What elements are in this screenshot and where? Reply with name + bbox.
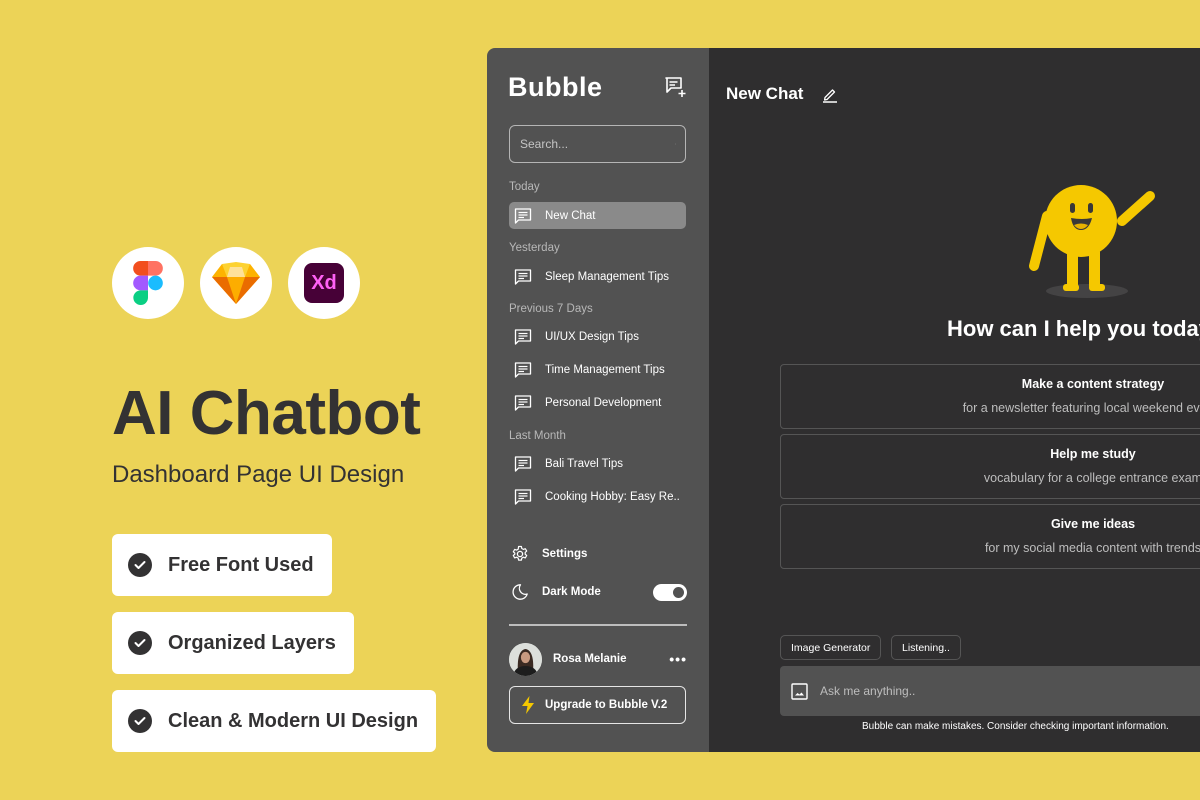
settings-button[interactable]: Settings: [511, 545, 587, 563]
user-profile: Rosa Melanie •••: [509, 642, 687, 676]
chat-item[interactable]: Sleep Management Tips: [509, 263, 686, 290]
feature-badge: Free Font Used: [112, 534, 332, 596]
prompt-title: Give me ideas: [1050, 517, 1136, 531]
search-input[interactable]: [520, 137, 675, 151]
moon-icon: [512, 584, 528, 600]
prompt-subtitle: vocabulary for a college entrance exam: [983, 471, 1200, 485]
feature-list: Free Font Used Organized Layers Clean & …: [112, 534, 437, 752]
promo-subtitle: Dashboard Page UI Design: [112, 461, 405, 488]
feature-label: Organized Layers: [168, 631, 336, 654]
chat-item-label: Sleep Management Tips: [545, 270, 670, 283]
check-circle-icon: [128, 631, 152, 655]
new-chat-icon[interactable]: [663, 75, 687, 99]
app-logo: Bubble: [508, 72, 603, 102]
upgrade-label: Upgrade to Bubble V.2: [545, 699, 668, 711]
chat-item-label: Personal Development: [545, 396, 662, 409]
chat-bubble-icon: [514, 488, 532, 505]
chat-bubble-icon: [514, 268, 532, 285]
search-box: [509, 125, 686, 163]
message-input[interactable]: [820, 684, 1200, 698]
chat-title: New Chat: [726, 84, 804, 103]
disclaimer-text: Bubble can make mistakes. Consider check…: [862, 721, 1169, 732]
image-generator-chip[interactable]: Image Generator: [780, 635, 882, 660]
xd-logo: Xd: [288, 247, 360, 319]
image-upload-icon[interactable]: [791, 682, 808, 700]
section-label-last-month: Last Month: [509, 430, 566, 442]
prompt-subtitle: for my social media content with trends: [984, 541, 1200, 555]
chat-bubble-icon: [514, 394, 532, 411]
chat-item[interactable]: Personal Development: [509, 389, 686, 416]
gear-icon: [512, 545, 528, 561]
check-circle-icon: [128, 709, 152, 733]
chat-item[interactable]: Cooking Hobby: Easy Re..: [509, 483, 686, 510]
design-tool-icons: Xd: [112, 247, 360, 319]
sidebar-divider: [509, 624, 687, 626]
chat-main: New Chat How can I help you today? Make …: [709, 48, 1200, 752]
chat-bubble-icon: [514, 207, 532, 224]
section-label-today: Today: [509, 181, 540, 193]
lightning-icon: [522, 696, 534, 714]
prompt-card[interactable]: Give me ideas for my social media conten…: [780, 504, 1200, 569]
mascot-illustration: [1029, 185, 1155, 298]
chatbot-app-window: Bubble Today New Chat Yesterday Sleep Ma…: [487, 48, 1200, 752]
sketch-icon: [212, 262, 260, 304]
user-photo: [509, 642, 542, 676]
greeting-heading: How can I help you today?: [947, 316, 1200, 341]
feature-badge: Clean & Modern UI Design: [112, 690, 437, 752]
upgrade-button[interactable]: Upgrade to Bubble V.2: [509, 686, 686, 724]
figma-icon: [133, 261, 163, 305]
chat-item[interactable]: Bali Travel Tips: [509, 450, 686, 477]
figma-logo: [112, 247, 184, 319]
section-label-yesterday: Yesterday: [509, 242, 560, 254]
chat-bubble-icon: [514, 328, 532, 345]
chat-item-label: New Chat: [545, 209, 596, 222]
prompt-title: Help me study: [1050, 447, 1136, 461]
message-composer: [780, 666, 1200, 716]
chat-item-label: UI/UX Design Tips: [545, 330, 639, 343]
chat-item[interactable]: UI/UX Design Tips: [509, 323, 686, 350]
edit-pencil-icon[interactable]: [821, 85, 839, 103]
chat-item-label: Bali Travel Tips: [545, 457, 623, 470]
feature-badge: Organized Layers: [112, 612, 354, 674]
sidebar: Bubble Today New Chat Yesterday Sleep Ma…: [487, 48, 709, 752]
prompt-title: Make a content strategy: [1021, 377, 1165, 391]
sketch-logo: [200, 247, 272, 319]
xd-icon: Xd: [304, 263, 344, 303]
dark-mode-label: Dark Mode: [542, 586, 601, 598]
chat-item-label: Cooking Hobby: Easy Re..: [545, 490, 680, 503]
chat-item-label: Time Management Tips: [545, 363, 665, 376]
feature-label: Clean & Modern UI Design: [168, 709, 419, 732]
promo-title: AI Chatbot: [112, 379, 421, 448]
avatar[interactable]: [509, 642, 542, 676]
section-label-previous-7-days: Previous 7 Days: [509, 303, 593, 315]
chat-item-new-chat[interactable]: New Chat: [509, 202, 686, 229]
listening-chip[interactable]: Listening..: [891, 635, 961, 660]
user-name: Rosa Melanie: [553, 653, 627, 665]
dark-mode-toggle[interactable]: [653, 584, 687, 601]
chat-item[interactable]: Time Management Tips: [509, 356, 686, 383]
check-circle-icon: [128, 553, 152, 577]
prompt-card[interactable]: Help me study vocabulary for a college e…: [780, 434, 1200, 499]
more-options-icon[interactable]: •••: [669, 651, 687, 667]
chat-bubble-icon: [514, 455, 532, 472]
feature-label: Free Font Used: [168, 553, 314, 576]
settings-label: Settings: [542, 548, 588, 560]
chat-bubble-icon: [514, 361, 532, 378]
prompt-card[interactable]: Make a content strategy for a newsletter…: [780, 364, 1200, 429]
dark-mode-row: Dark Mode: [511, 583, 601, 601]
search-icon[interactable]: [675, 134, 676, 154]
prompt-subtitle: for a newsletter featuring local weekend…: [962, 401, 1200, 415]
toggle-knob: [673, 587, 684, 598]
